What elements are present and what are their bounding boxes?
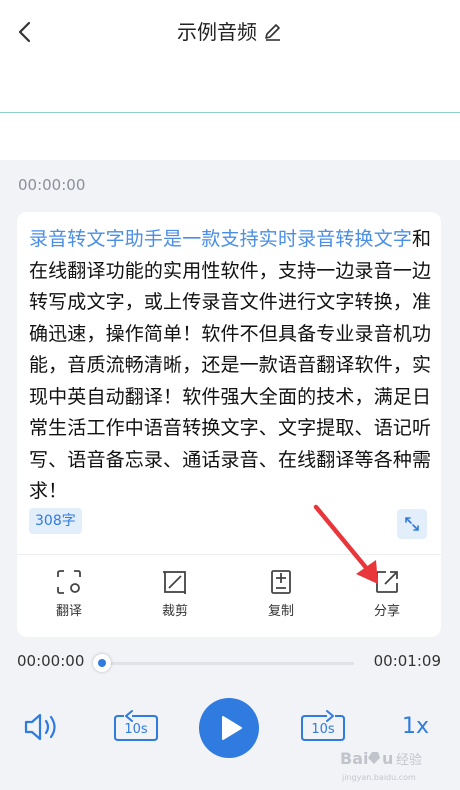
pencil-icon — [265, 24, 280, 41]
top-bar: 示例音频 — [0, 0, 460, 64]
copy-label: 复制 — [267, 604, 294, 619]
card-divider — [17, 554, 441, 555]
volume-button[interactable] — [22, 710, 64, 748]
baidu-watermark: Bai u 经验 jingyan.baidu.com — [340, 749, 422, 782]
crop-icon — [163, 571, 186, 594]
transcript-text[interactable]: 录音转文字助手是一款支持实时录音转换文字和在线翻译功能的实用性软件，支持一边录音… — [29, 224, 433, 508]
total-time: 00:01:09 — [373, 652, 441, 670]
speaker-icon — [24, 713, 56, 741]
forward-icon: 10s — [301, 710, 345, 741]
rewind-label: 10s — [124, 722, 148, 737]
copy-button[interactable]: 复制 — [241, 562, 321, 624]
page-title: 示例音频 — [177, 20, 257, 44]
segment-timestamp: 00:00:00 — [18, 176, 86, 194]
waveform-baseline — [0, 112, 460, 113]
progress-track[interactable] — [102, 662, 354, 665]
share-icon — [376, 571, 398, 593]
expand-button[interactable] — [397, 509, 427, 539]
share-button[interactable]: 分享 — [347, 562, 427, 624]
share-label: 分享 — [373, 604, 400, 619]
transcript-body: 和在线翻译功能的实用性软件，支持一边录音一边转写成文字，或上传录音文件进行文字转… — [29, 228, 432, 502]
svg-text:Bai: Bai — [340, 749, 368, 768]
forward-label: 10s — [311, 722, 335, 737]
rewind-button[interactable]: 10s — [112, 708, 160, 750]
rewind-icon: 10s — [114, 710, 158, 741]
title-area: 示例音频 — [0, 18, 460, 46]
expand-icon — [405, 517, 419, 531]
crop-label: 裁剪 — [161, 604, 188, 619]
waveform-strip[interactable] — [0, 64, 460, 160]
translate-icon — [57, 570, 81, 594]
translate-button[interactable]: 翻译 — [29, 562, 109, 624]
translate-label: 翻译 — [55, 604, 82, 619]
word-count-badge: 308字 — [29, 508, 82, 534]
action-bar: 翻译 裁剪 复制 分享 — [17, 562, 441, 632]
transcript-card: 录音转文字助手是一款支持实时录音转换文字和在线翻译功能的实用性软件，支持一边录音… — [17, 212, 441, 637]
copy-icon — [271, 570, 291, 594]
play-icon — [222, 716, 242, 740]
transcript-highlight: 录音转文字助手是一款支持实时录音转换文字 — [29, 228, 413, 250]
svg-text:经验: 经验 — [396, 752, 422, 768]
crop-button[interactable]: 裁剪 — [135, 562, 215, 624]
progress-thumb[interactable] — [93, 654, 111, 672]
edit-title-button[interactable] — [263, 21, 283, 41]
svg-text:jingyan.baidu.com: jingyan.baidu.com — [341, 773, 416, 782]
svg-text:u: u — [382, 749, 393, 768]
play-button[interactable] — [199, 698, 259, 758]
speed-button[interactable]: 1x — [402, 714, 429, 739]
progress-row: 00:00:00 00:01:09 — [0, 650, 460, 676]
current-time: 00:00:00 — [17, 652, 85, 670]
